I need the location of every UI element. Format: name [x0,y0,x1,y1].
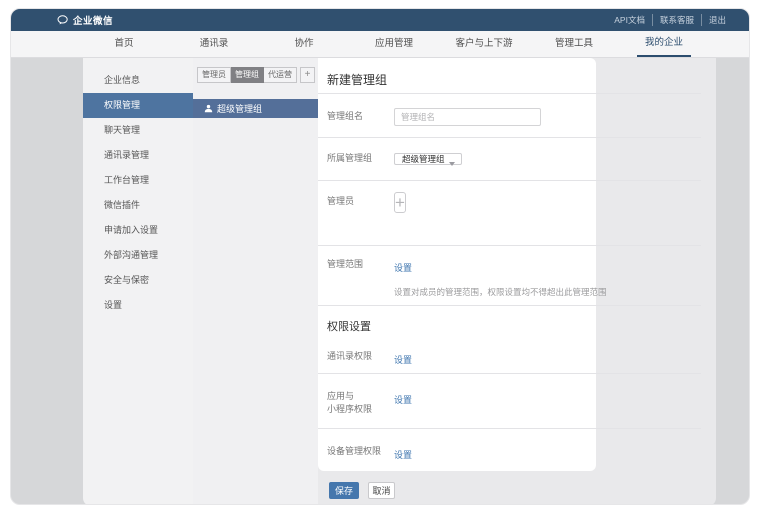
logout-link[interactable]: 退出 [701,14,733,26]
admin-group-icon [204,104,213,113]
permissions-section-row: 权限设置 [318,306,701,341]
chevron-down-icon [449,162,455,166]
tab-agency-ops[interactable]: 代运营 [264,67,297,83]
sidebar-item-external-communication[interactable]: 外部沟通管理 [83,243,193,268]
sidebar-item-wechat-plugin[interactable]: 微信插件 [83,193,193,218]
scope-description: 设置对成员的管理范围，权限设置均不得超出此管理范围 [394,286,701,298]
form-footer: 保存 取消 [329,482,395,499]
topbar-links: API文档 联系客服 退出 [607,14,733,26]
sidebar-item-workbench-management[interactable]: 工作台管理 [83,168,193,193]
apps-permission-settings-link[interactable]: 设置 [394,395,412,405]
nav-customers[interactable]: 客户与上下游 [439,31,529,57]
form-title-row: 新建管理组 [318,58,701,94]
brand-name: 企业微信 [73,13,113,27]
permissions-section-title: 权限设置 [327,318,371,341]
page-title: 新建管理组 [327,71,387,93]
parent-group-label: 所属管理组 [327,149,394,180]
contacts-permission-label: 通讯录权限 [327,350,394,373]
contacts-permission-settings-link[interactable]: 设置 [394,355,412,365]
admins-row: 管理员 + [318,181,701,246]
nav-app-management[interactable]: 应用管理 [349,31,439,57]
content-area: 企业信息 权限管理 聊天管理 通讯录管理 工作台管理 微信插件 申请加入设置 外… [11,58,749,505]
group-list-item-label: 超级管理组 [217,102,262,115]
nav-home[interactable]: 首页 [79,31,169,57]
parent-group-row: 所属管理组 超级管理组 [318,138,701,181]
settings-sidebar: 企业信息 权限管理 聊天管理 通讯录管理 工作台管理 微信插件 申请加入设置 外… [83,58,193,505]
app-window: 企业微信 API文档 联系客服 退出 首页 通讯录 协作 应用管理 客户与上下游… [10,8,750,505]
add-admin-group-button[interactable]: + [300,67,315,83]
sidebar-item-chat-management[interactable]: 聊天管理 [83,118,193,143]
main-nav: 首页 通讯录 协作 应用管理 客户与上下游 管理工具 我的企业 [11,31,749,58]
scope-row: 管理范围 设置 设置对成员的管理范围，权限设置均不得超出此管理范围 [318,246,701,306]
group-name-label: 管理组名 [327,107,394,137]
admins-label: 管理员 [327,189,394,245]
nav-my-company[interactable]: 我的企业 [619,31,709,57]
group-name-row: 管理组名 [318,94,701,138]
sidebar-item-permission-management[interactable]: 权限管理 [83,93,193,118]
new-admin-group-form: 新建管理组 管理组名 所属管理组 超级管理组 [318,58,701,471]
main-panel: 新建管理组 管理组名 所属管理组 超级管理组 [318,58,716,505]
device-permission-label: 设备管理权限 [327,445,394,471]
save-button[interactable]: 保存 [329,482,359,499]
nav-contacts[interactable]: 通讯录 [169,31,259,57]
nav-admin-tools[interactable]: 管理工具 [529,31,619,57]
nav-collaboration[interactable]: 协作 [259,31,349,57]
add-admin-button[interactable]: + [394,192,406,213]
group-name-input[interactable] [394,108,541,126]
sidebar-item-company-info[interactable]: 企业信息 [83,68,193,93]
tab-admins[interactable]: 管理员 [197,67,231,83]
group-list-item-super-admin[interactable]: 超级管理组 [193,99,318,118]
sidebar-item-join-settings[interactable]: 申请加入设置 [83,218,193,243]
plus-icon: + [395,193,405,212]
apps-permission-label: 应用与 小程序权限 [327,390,394,428]
contact-support-link[interactable]: 联系客服 [652,14,701,26]
sidebar-item-settings[interactable]: 设置 [83,293,193,318]
apps-permission-row: 应用与 小程序权限 设置 [318,374,701,429]
sidebar-item-contacts-management[interactable]: 通讯录管理 [83,143,193,168]
api-docs-link[interactable]: API文档 [607,14,652,26]
device-permission-settings-link[interactable]: 设置 [394,450,412,460]
tab-admin-groups[interactable]: 管理组 [231,67,264,83]
wechat-work-logo-icon [57,15,69,25]
admin-groups-panel: 管理员 管理组 代运营 + 超级管理组 [193,58,318,505]
sidebar-item-security[interactable]: 安全与保密 [83,268,193,293]
parent-group-select[interactable]: 超级管理组 [394,153,462,165]
contacts-permission-row: 通讯录权限 设置 [318,341,701,374]
admin-type-tabs: 管理员 管理组 代运营 + [197,67,318,83]
scope-label: 管理范围 [327,258,394,305]
topbar: 企业微信 API文档 联系客服 退出 [11,9,749,31]
parent-group-selected-value: 超级管理组 [402,154,445,164]
scope-settings-link[interactable]: 设置 [394,263,412,273]
brand: 企业微信 [57,13,113,27]
device-permission-row: 设备管理权限 设置 [318,429,701,471]
cancel-button[interactable]: 取消 [368,482,395,499]
